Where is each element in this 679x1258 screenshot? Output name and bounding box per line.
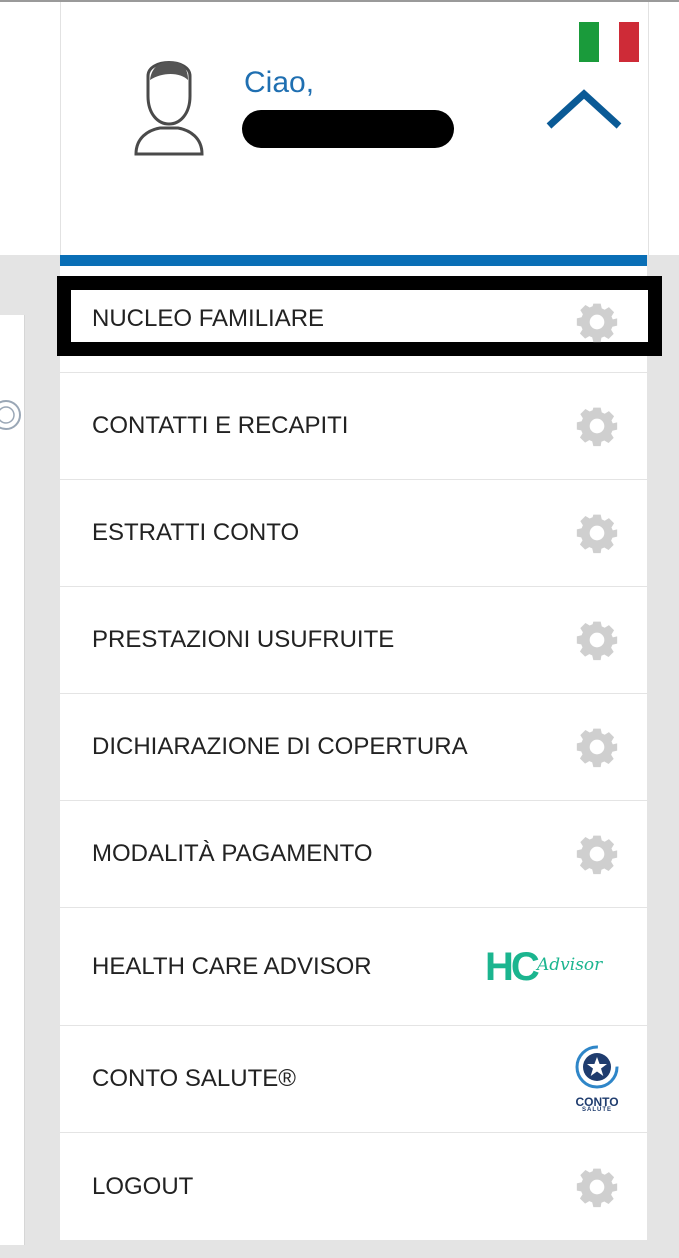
gear-icon (576, 621, 618, 661)
menu-item-label: DICHIARAZIONE DI COPERTURA (92, 733, 468, 760)
hc-logo-script: Advisor (537, 954, 603, 975)
conto-salute-emblem-icon (575, 1045, 619, 1089)
greeting-text: Ciao, (244, 66, 315, 99)
menu-item-nucleo-familiare[interactable]: NUCLEO FAMILIARE (57, 266, 662, 373)
gear-icon (576, 835, 618, 875)
gear-icon (576, 728, 618, 768)
conto-salute-logo: CONTO SALUTE (571, 1041, 623, 1117)
flag-stripe-red (619, 22, 639, 62)
menu-item-label: ESTRATTI CONTO (92, 519, 300, 546)
italian-flag-icon[interactable] (579, 22, 639, 62)
menu-item-label: HEALTH CARE ADVISOR (92, 952, 372, 980)
gear-icon (576, 514, 618, 554)
menu-item-conto-salute[interactable]: CONTO SALUTE® CONTO SALUTE (60, 1026, 647, 1133)
menu-item-label: MODALITÀ PAGAMENTO (92, 840, 373, 867)
conto-salute-logo-line2: SALUTE (582, 1107, 612, 1113)
redacted-username (242, 110, 454, 148)
menu-item-label: LOGOUT (92, 1172, 194, 1200)
gear-icon (576, 1168, 618, 1207)
menu-item-modalita-pagamento[interactable]: MODALITÀ PAGAMENTO (60, 801, 647, 908)
menu-item-label: CONTATTI E RECAPITI (92, 412, 349, 439)
flag-stripe-white (599, 22, 619, 62)
menu-item-prestazioni-usufruite[interactable]: PRESTAZIONI USUFRUITE (60, 587, 647, 694)
user-menu: NUCLEO FAMILIARE CONTATTI E RECAPITI EST… (57, 266, 662, 1240)
menu-item-dichiarazione-di-copertura[interactable]: DICHIARAZIONE DI COPERTURA (60, 694, 647, 801)
menu-item-contatti-e-recapiti[interactable]: CONTATTI E RECAPITI (60, 373, 647, 480)
partial-circle-icon (0, 400, 21, 430)
user-avatar-icon (134, 61, 204, 156)
user-header: Ciao, (60, 2, 649, 255)
chevron-up-icon[interactable] (545, 84, 623, 132)
menu-item-logout[interactable]: LOGOUT (60, 1133, 647, 1240)
gear-icon (576, 407, 618, 447)
accent-bar (60, 255, 647, 266)
hc-logo-mark: HC (485, 944, 540, 989)
left-content-panel (0, 315, 25, 1245)
gear-icon (576, 303, 618, 343)
menu-item-health-care-advisor[interactable]: HEALTH CARE ADVISOR HC Advisor (60, 908, 647, 1026)
hc-advisor-logo: HC Advisor (485, 945, 615, 989)
menu-item-label: CONTO SALUTE® (92, 1065, 296, 1092)
flag-stripe-green (579, 22, 599, 62)
menu-item-estratti-conto[interactable]: ESTRATTI CONTO (60, 480, 647, 587)
menu-item-label: NUCLEO FAMILIARE (92, 305, 325, 332)
menu-item-label: PRESTAZIONI USUFRUITE (92, 626, 395, 653)
